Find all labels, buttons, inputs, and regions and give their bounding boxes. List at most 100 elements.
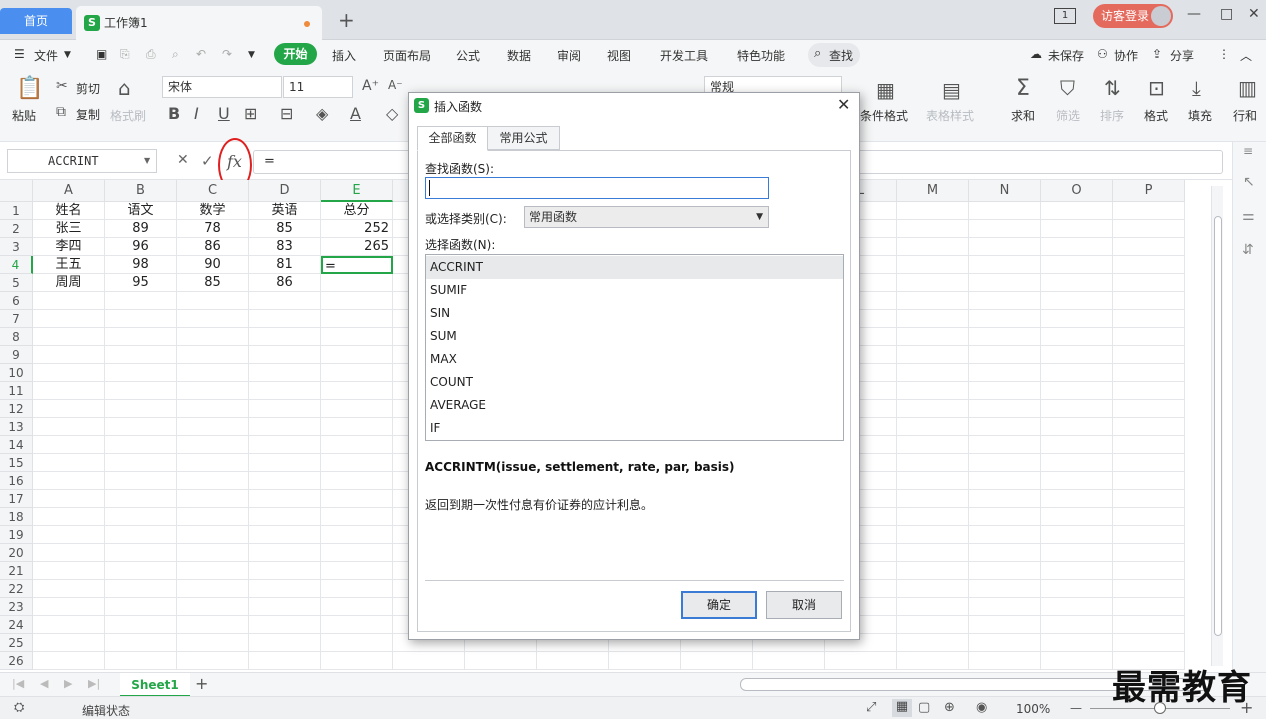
grid-cell[interactable]: 王五 <box>33 256 105 274</box>
settings-sliders-icon[interactable]: ⚌ <box>1242 208 1255 224</box>
insert-function-button[interactable]: fx <box>227 152 242 171</box>
grid-cell[interactable] <box>1113 598 1185 616</box>
function-list-item[interactable]: COUNT <box>426 371 843 394</box>
grid-cell[interactable] <box>1113 508 1185 526</box>
grid-cell[interactable] <box>249 328 321 346</box>
grid-cell[interactable] <box>969 652 1041 670</box>
grid-cell[interactable] <box>33 436 105 454</box>
grid-cell[interactable] <box>969 580 1041 598</box>
row-header[interactable]: 12 <box>0 400 33 418</box>
row-header[interactable]: 10 <box>0 364 33 382</box>
grid-cell[interactable] <box>33 562 105 580</box>
grid-cell[interactable]: 83 <box>249 238 321 256</box>
border-icon[interactable]: ⊞ <box>244 104 257 123</box>
paste-icon[interactable]: 📋 <box>16 76 43 101</box>
grid-cell[interactable] <box>969 346 1041 364</box>
grid-cell[interactable] <box>897 310 969 328</box>
confirm-formula-icon[interactable]: ✓ <box>201 152 214 170</box>
grid-cell[interactable] <box>897 292 969 310</box>
grid-cell[interactable] <box>177 400 249 418</box>
grid-cell[interactable] <box>969 328 1041 346</box>
grid-cell[interactable] <box>897 328 969 346</box>
quick-access-dropdown-icon[interactable]: ▼ <box>248 50 255 60</box>
grid-cell[interactable] <box>321 544 393 562</box>
grid-cell[interactable] <box>249 364 321 382</box>
zoom-level[interactable]: 100% <box>1016 702 1050 716</box>
grid-cell[interactable] <box>321 418 393 436</box>
grid-cell[interactable] <box>177 418 249 436</box>
grid-cell[interactable] <box>1041 292 1113 310</box>
grid-cell[interactable] <box>33 634 105 652</box>
underline-icon[interactable]: U <box>218 104 230 123</box>
grid-cell[interactable] <box>321 634 393 652</box>
grid-cell[interactable] <box>1041 202 1113 220</box>
grid-cell[interactable]: 张三 <box>33 220 105 238</box>
eye-protect-icon[interactable]: ◉ <box>976 700 987 715</box>
grid-cell[interactable] <box>321 652 393 670</box>
collab-button[interactable]: 协作 <box>1114 47 1138 64</box>
grid-cell[interactable] <box>321 472 393 490</box>
vertical-scrollbar[interactable] <box>1211 186 1223 666</box>
cancel-button[interactable]: 取消 <box>766 591 842 619</box>
grid-cell[interactable] <box>969 544 1041 562</box>
page-indicator-icon[interactable]: 1 <box>1054 8 1076 24</box>
name-box-dropdown-icon[interactable]: ▼ <box>144 156 150 165</box>
save-icon[interactable]: ▣ <box>96 47 107 61</box>
grid-cell[interactable] <box>177 328 249 346</box>
filter-button[interactable]: 筛选 <box>1056 107 1080 124</box>
row-header[interactable]: 5 <box>0 274 33 292</box>
grid-cell[interactable] <box>897 562 969 580</box>
grid-cell[interactable] <box>249 400 321 418</box>
row-header[interactable]: 20 <box>0 544 33 562</box>
grid-cell[interactable] <box>1041 238 1113 256</box>
grid-cell[interactable] <box>321 436 393 454</box>
dialog-close-button[interactable]: ✕ <box>837 95 850 114</box>
row-header[interactable]: 9 <box>0 346 33 364</box>
grid-cell[interactable] <box>105 580 177 598</box>
row-header[interactable]: 18 <box>0 508 33 526</box>
grid-cell[interactable] <box>1113 256 1185 274</box>
grid-cell[interactable] <box>1113 310 1185 328</box>
grid-cell[interactable] <box>1041 220 1113 238</box>
preview-icon[interactable]: ⌕ <box>172 47 179 62</box>
grid-cell[interactable] <box>177 436 249 454</box>
row-header[interactable]: 26 <box>0 652 33 670</box>
undo-icon[interactable]: ↶ <box>196 47 206 61</box>
grid-cell[interactable] <box>1041 436 1113 454</box>
grid-cell[interactable] <box>105 454 177 472</box>
row-header[interactable]: 21 <box>0 562 33 580</box>
column-header[interactable]: B <box>105 180 177 202</box>
grid-cell[interactable] <box>33 598 105 616</box>
grid-cell[interactable] <box>969 436 1041 454</box>
grid-cell[interactable] <box>249 634 321 652</box>
grid-cell[interactable] <box>1041 598 1113 616</box>
function-list[interactable]: ACCRINT SUMIF SIN SUM MAX COUNT AVERAGE IF <box>425 254 844 441</box>
grid-cell[interactable] <box>1041 328 1113 346</box>
grid-cell[interactable] <box>897 256 969 274</box>
sheet-nav-last-icon[interactable]: ▶| <box>88 677 100 690</box>
grid-cell[interactable]: 81 <box>249 256 321 274</box>
grid-cell[interactable] <box>897 382 969 400</box>
minimize-button[interactable]: — <box>1187 6 1201 22</box>
grid-cell[interactable]: 90 <box>177 256 249 274</box>
grid-cell[interactable] <box>321 508 393 526</box>
grid-cell[interactable] <box>105 382 177 400</box>
grid-cell[interactable] <box>177 364 249 382</box>
format-painter-button[interactable]: 格式刷 <box>110 107 146 124</box>
sheet-nav-first-icon[interactable]: |◀ <box>12 677 24 690</box>
grid-cell[interactable] <box>321 328 393 346</box>
grid-cell[interactable] <box>897 598 969 616</box>
menu-page-layout[interactable]: 页面布局 <box>383 47 431 64</box>
grid-cell[interactable] <box>897 580 969 598</box>
grid-cell[interactable] <box>537 652 609 670</box>
row-header[interactable]: 7 <box>0 310 33 328</box>
grid-cell[interactable] <box>321 490 393 508</box>
more-icon[interactable]: ⋮ <box>1218 47 1230 61</box>
grid-cell[interactable] <box>321 346 393 364</box>
macro-record-icon[interactable]: ⛭ <box>14 700 24 715</box>
grid-cell[interactable] <box>969 508 1041 526</box>
fullscreen-icon[interactable]: ⤢ <box>866 700 876 715</box>
grid-cell[interactable] <box>1113 346 1185 364</box>
row-header[interactable]: 22 <box>0 580 33 598</box>
grid-cell[interactable] <box>969 634 1041 652</box>
